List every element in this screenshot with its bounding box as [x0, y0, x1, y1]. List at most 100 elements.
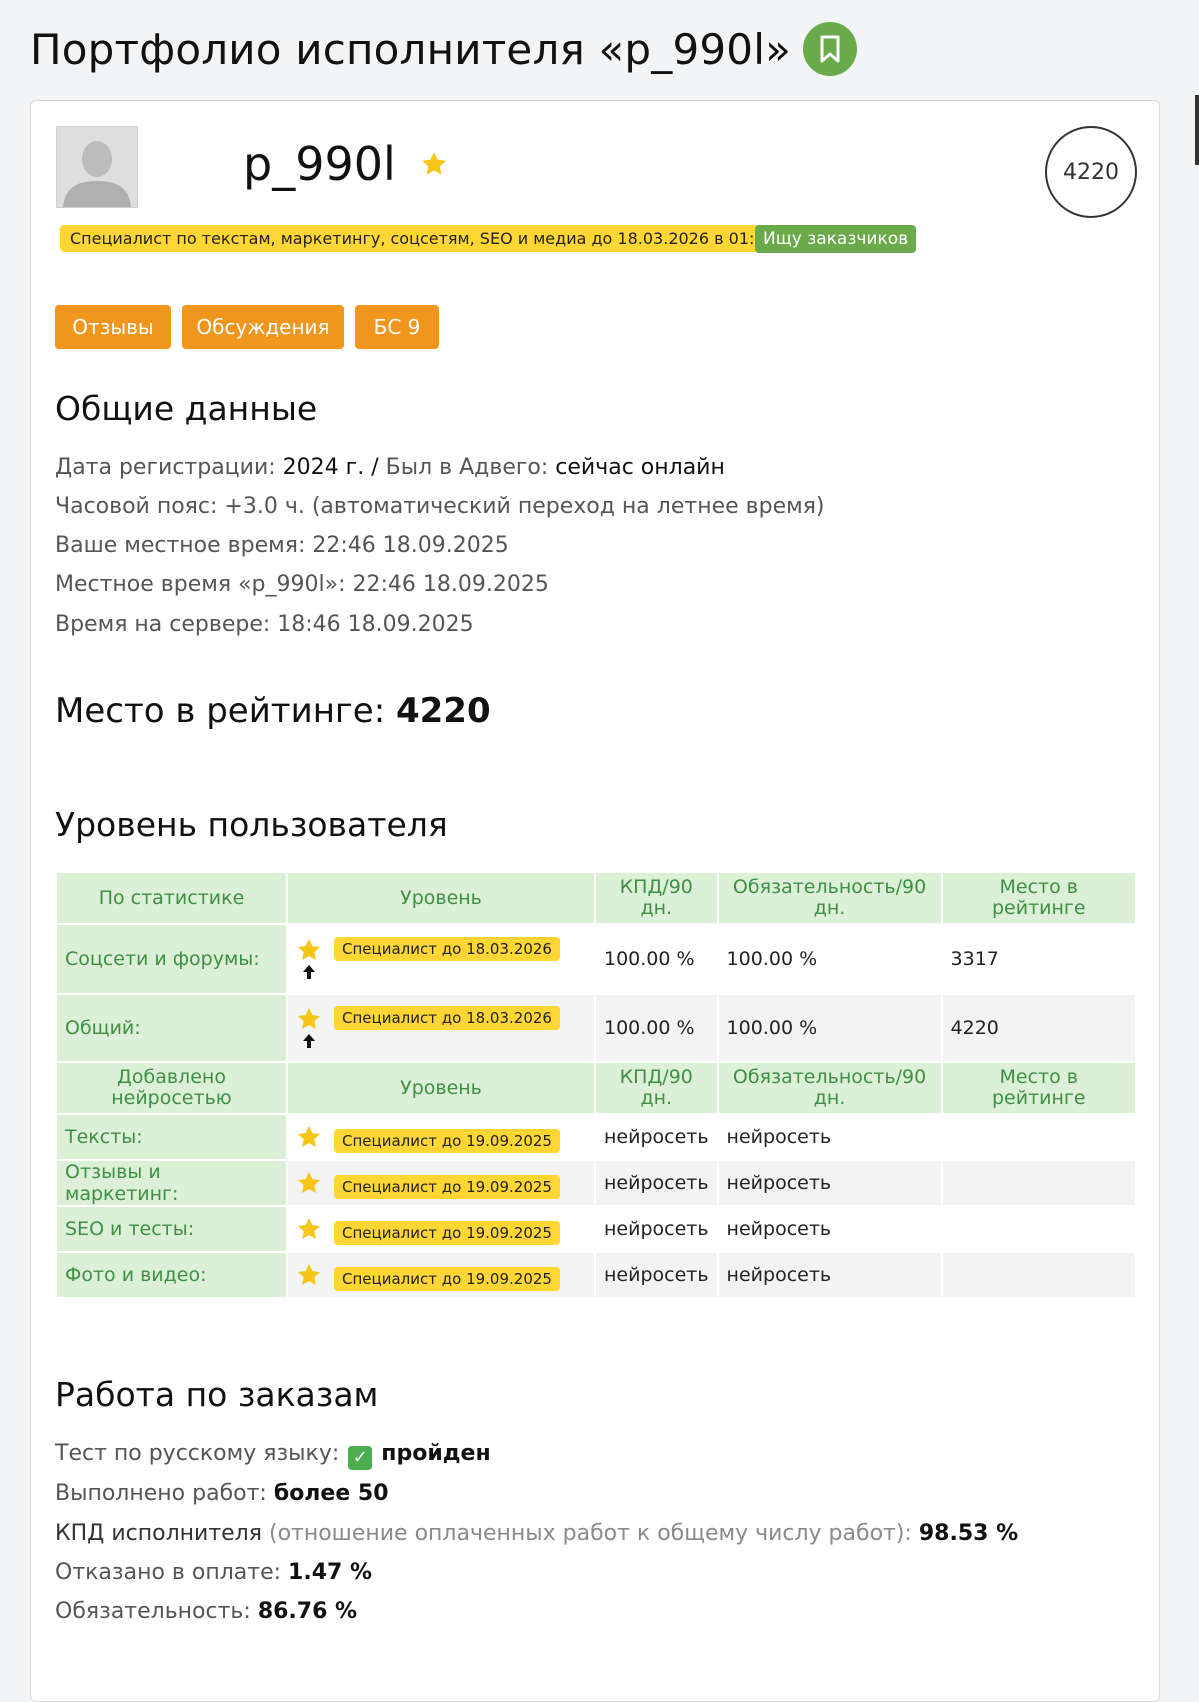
- general-heading: Общие данные: [55, 389, 318, 428]
- bookmark-icon: [820, 35, 840, 63]
- reg-value: 2024 г.: [282, 455, 365, 480]
- row-label: Соцсети и форумы:: [57, 925, 286, 993]
- duty-cell: 100.00 %: [718, 995, 941, 1061]
- duty-cell: 100.00 %: [718, 925, 941, 993]
- table-row: Соцсети и форумы: Специалист до 18.03.20…: [57, 925, 1135, 993]
- row-label: Фото и видео:: [57, 1253, 286, 1297]
- star-icon: [297, 938, 321, 960]
- kpd-note: (отношение оплаченных работ к общему чис…: [268, 1521, 912, 1546]
- duty-value: 86.76 %: [257, 1599, 358, 1624]
- level-badge: Специалист до 19.09.2025: [334, 1221, 560, 1245]
- russian-test-line: Тест по русскому языку: ✓ пройден: [55, 1441, 491, 1470]
- tab-bs[interactable]: БС 9: [355, 305, 439, 349]
- username-block: p_990l: [243, 137, 448, 191]
- col-header: Обязательность/90 дн.: [718, 1063, 941, 1113]
- place-cell: [942, 1253, 1135, 1297]
- username[interactable]: p_990l: [243, 137, 396, 191]
- table-header-row: По статистике Уровень КПД/90 дн. Обязате…: [57, 873, 1135, 923]
- rank-circle: 4220: [1045, 126, 1137, 218]
- star-icon: [421, 152, 446, 175]
- tab-discussions[interactable]: Обсуждения: [182, 305, 344, 349]
- star-icon: [297, 1263, 321, 1285]
- kpd-cell: нейросеть: [596, 1161, 717, 1205]
- table-row: Фото и видео: Специалист до 19.09.2025 н…: [57, 1253, 1135, 1297]
- user-time-line: Местное время «p_990l»: 22:46 18.09.2025: [55, 572, 549, 597]
- check-icon: ✓: [348, 1446, 373, 1470]
- col-header: Место в рейтинге: [942, 1063, 1135, 1113]
- kpd-line: КПД исполнителя (отношение оплаченных ра…: [55, 1521, 1018, 1546]
- table-row: SEO и тесты: Специалист до 19.09.2025 не…: [57, 1207, 1135, 1251]
- registration-line: Дата регистрации: 2024 г. / Был в Адвего…: [55, 455, 725, 480]
- work-heading: Работа по заказам: [55, 1375, 379, 1414]
- test-label: Тест по русскому языку:: [55, 1441, 340, 1466]
- kpd-label: КПД исполнителя: [55, 1521, 262, 1546]
- kpd-cell: нейросеть: [596, 1115, 717, 1159]
- col-header: КПД/90 дн.: [596, 873, 717, 923]
- table-header-row: Добавлено нейросетью Уровень КПД/90 дн. …: [57, 1063, 1135, 1113]
- duty-cell: нейросеть: [718, 1161, 941, 1205]
- star-icon: [297, 1125, 321, 1147]
- place-cell: 4220: [942, 995, 1135, 1061]
- star-icon: [297, 1217, 321, 1239]
- level-cell: Специалист до 18.03.2026: [288, 925, 594, 993]
- place-cell: [942, 1207, 1135, 1251]
- kpd-cell: 100.00 %: [596, 925, 717, 993]
- rating-line: Место в рейтинге: 4220: [55, 691, 491, 731]
- seeking-clients-badge: Ищу заказчиков: [755, 225, 917, 253]
- profile-card: p_990l 4220 Специалист по текстам, марке…: [30, 100, 1160, 1702]
- arrow-up-icon[interactable]: [301, 963, 317, 981]
- refused-value: 1.47 %: [288, 1560, 373, 1585]
- star-icon: [297, 1171, 321, 1193]
- arrow-up-icon[interactable]: [301, 1032, 317, 1050]
- duty-cell: нейросеть: [718, 1207, 941, 1251]
- level-cell: Специалист до 19.09.2025: [288, 1207, 594, 1251]
- duty-label: Обязательность:: [55, 1599, 251, 1624]
- kpd-cell: 100.00 %: [596, 995, 717, 1061]
- server-time-line: Время на сервере: 18:46 18.09.2025: [55, 612, 474, 637]
- col-header: Место в рейтинге: [942, 873, 1135, 923]
- bookmark-button[interactable]: [803, 22, 857, 76]
- col-header: Уровень: [288, 873, 594, 923]
- col-header: Обязательность/90 дн.: [718, 873, 941, 923]
- kpd-cell: нейросеть: [596, 1207, 717, 1251]
- kpd-value: 98.53 %: [918, 1521, 1019, 1546]
- level-badge: Специалист до 18.03.2026: [334, 1006, 560, 1030]
- levels-heading: Уровень пользователя: [55, 805, 448, 844]
- level-badge: Специалист до 19.09.2025: [334, 1129, 560, 1153]
- avatar-placeholder-icon: [57, 127, 137, 207]
- row-label: Общий:: [57, 995, 286, 1061]
- duty-line: Обязательность: 86.76 %: [55, 1599, 357, 1624]
- seen-label: Был в Адвего:: [385, 455, 549, 480]
- refused-line: Отказано в оплате: 1.47 %: [55, 1560, 372, 1585]
- scrollbar[interactable]: [1195, 95, 1199, 165]
- specialist-badge: Специалист по текстам, маркетингу, соцсе…: [60, 225, 785, 252]
- avatar[interactable]: [56, 126, 138, 208]
- done-label: Выполнено работ:: [55, 1481, 267, 1506]
- col-header: КПД/90 дн.: [596, 1063, 717, 1113]
- table-row: Общий: Специалист до 18.03.2026 100.00 %…: [57, 995, 1135, 1061]
- test-value: пройден: [381, 1441, 491, 1466]
- reg-separator: /: [371, 455, 379, 480]
- level-cell: Специалист до 19.09.2025: [288, 1253, 594, 1297]
- duty-cell: нейросеть: [718, 1253, 941, 1297]
- tab-reviews[interactable]: Отзывы: [55, 305, 171, 349]
- level-badge: Специалист до 19.09.2025: [334, 1175, 560, 1199]
- place-cell: [942, 1161, 1135, 1205]
- row-label: Отзывы и маркетинг:: [57, 1161, 286, 1205]
- row-label: SEO и тесты:: [57, 1207, 286, 1251]
- refused-label: Отказано в оплате:: [55, 1560, 282, 1585]
- reg-label: Дата регистрации:: [55, 455, 276, 480]
- your-time-line: Ваше местное время: 22:46 18.09.2025: [55, 533, 509, 558]
- place-cell: 3317: [942, 925, 1135, 993]
- level-cell: Специалист до 19.09.2025: [288, 1161, 594, 1205]
- rating-value: 4220: [395, 691, 491, 731]
- levels-table: По статистике Уровень КПД/90 дн. Обязате…: [55, 871, 1137, 1299]
- level-badge: Специалист до 19.09.2025: [334, 1267, 560, 1291]
- row-label: Тексты:: [57, 1115, 286, 1159]
- seen-value: сейчас онлайн: [555, 455, 725, 480]
- col-header: Уровень: [288, 1063, 594, 1113]
- table-row: Отзывы и маркетинг: Специалист до 19.09.…: [57, 1161, 1135, 1205]
- table-row: Тексты: Специалист до 19.09.2025 нейросе…: [57, 1115, 1135, 1159]
- done-works-line: Выполнено работ: более 50: [55, 1481, 389, 1506]
- kpd-cell: нейросеть: [596, 1253, 717, 1297]
